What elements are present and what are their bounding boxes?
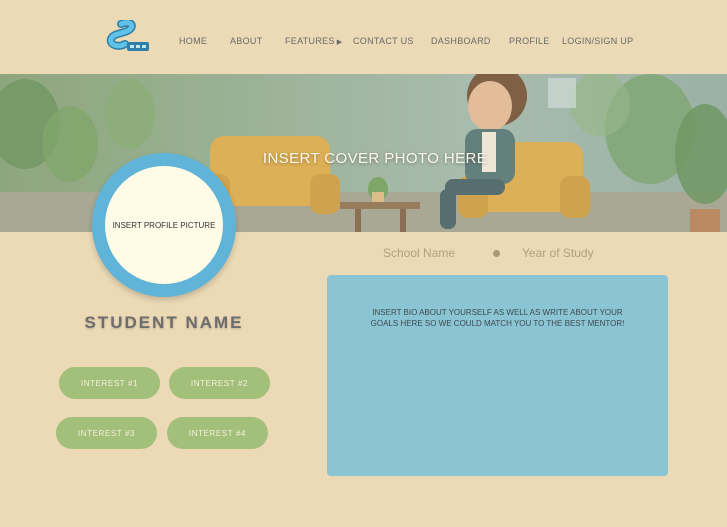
interest-pill-1[interactable]: INTEREST #1 xyxy=(59,367,160,399)
nav-features-label: FEATURES xyxy=(285,36,335,46)
profile-picture-placeholder[interactable]: INSERT PROFILE PICTURE xyxy=(105,166,223,284)
bio-placeholder-text: INSERT BIO ABOUT YOURSELF AS WELL AS WRI… xyxy=(370,308,625,328)
top-navigation-bar: HOME ABOUT FEATURES ▶ CONTACT US DASHBOAR… xyxy=(0,0,727,74)
nav-features[interactable]: FEATURES ▶ xyxy=(285,36,342,46)
triangle-right-icon: ▶ xyxy=(336,39,343,46)
student-name: STUDENT NAME xyxy=(84,313,244,332)
interest-pill-3[interactable]: INTEREST #3 xyxy=(56,417,157,449)
interest-pill-4[interactable]: INTEREST #4 xyxy=(167,417,268,449)
nav-about[interactable]: ABOUT xyxy=(230,36,263,46)
year-of-study: Year of Study xyxy=(522,246,594,260)
nav-login-signup[interactable]: LOGIN/SIGN UP xyxy=(562,36,633,46)
nav-dashboard[interactable]: DASHBOARD xyxy=(431,36,491,46)
profile-picture-label: INSERT PROFILE PICTURE xyxy=(112,220,216,230)
separator-dot xyxy=(493,250,500,257)
school-name: School Name xyxy=(383,246,456,260)
nav-profile[interactable]: PROFILE xyxy=(509,36,550,46)
bio-box[interactable]: INSERT BIO ABOUT YOURSELF AS WELL AS WRI… xyxy=(327,275,668,476)
stylized-s-logo-icon xyxy=(106,20,149,51)
nav-contact-us[interactable]: CONTACT US xyxy=(353,36,414,46)
interest-label: INTEREST #1 xyxy=(80,378,139,388)
site-logo[interactable] xyxy=(101,20,151,58)
cover-photo-placeholder: INSERT COVER PHOTO HERE xyxy=(262,150,488,167)
interest-pill-2[interactable]: INTEREST #2 xyxy=(169,367,270,399)
interest-label: INTEREST #3 xyxy=(77,428,136,438)
interest-label: INTEREST #4 xyxy=(188,428,247,438)
interest-label: INTEREST #2 xyxy=(190,378,249,388)
nav-home[interactable]: HOME xyxy=(179,36,207,46)
